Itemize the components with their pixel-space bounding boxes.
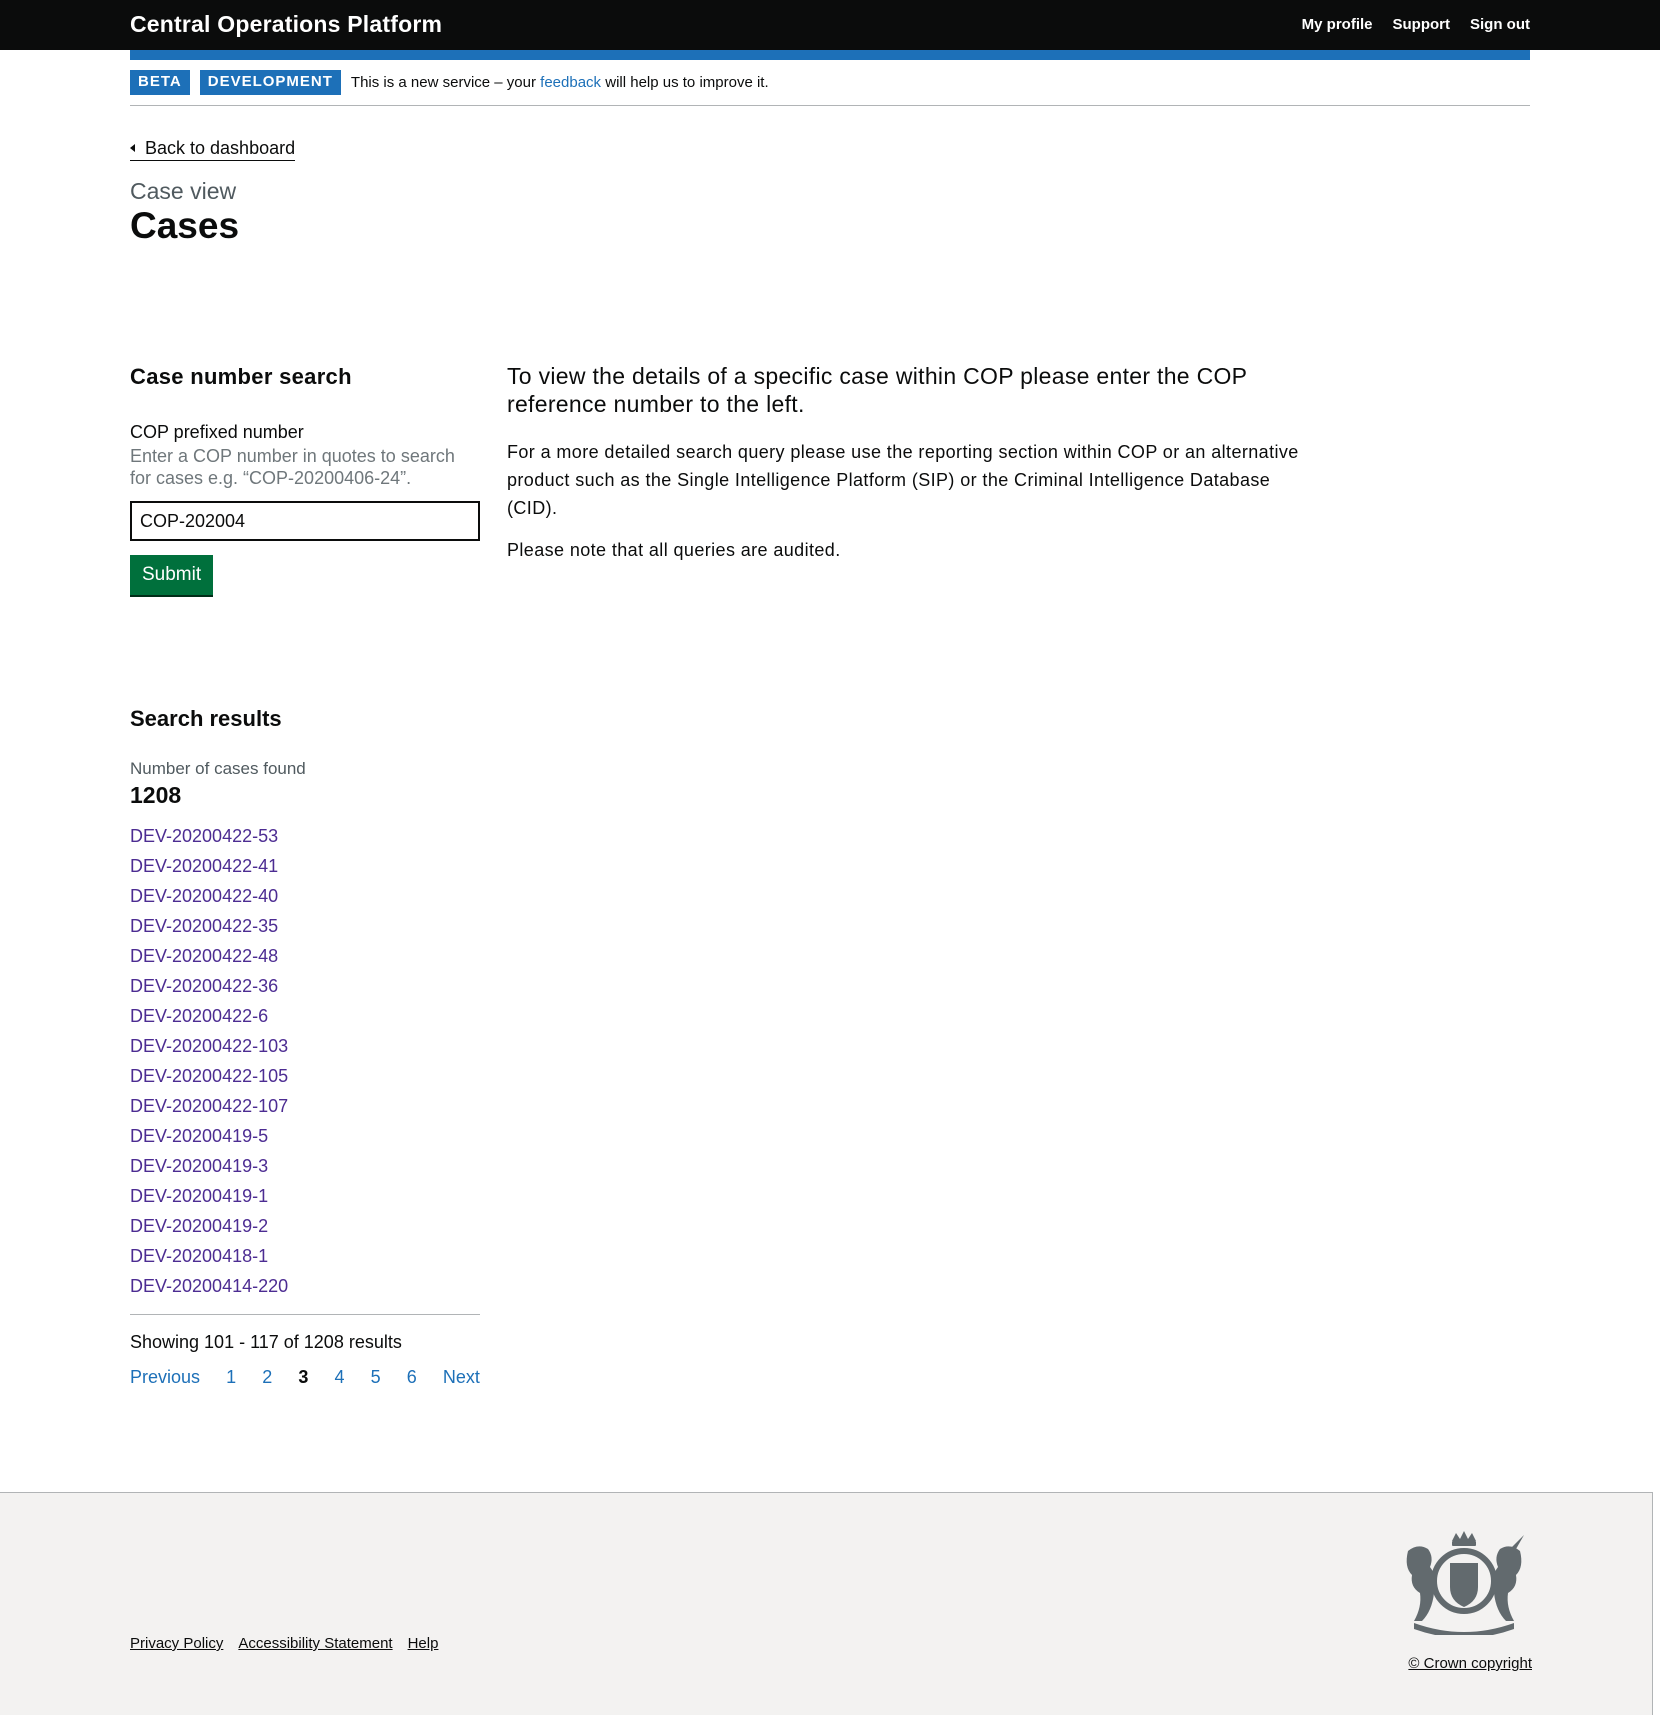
pagination-next[interactable]: Next [443, 1367, 480, 1388]
case-link[interactable]: DEV-20200422-53 [130, 826, 278, 846]
list-item: DEV-20200422-36 [130, 976, 480, 1006]
phase-text-before: This is a new service – your [350, 74, 541, 91]
list-item: DEV-20200419-2 [130, 1216, 480, 1246]
case-link[interactable]: DEV-20200419-2 [130, 1216, 268, 1236]
footer-links: Privacy Policy Accessibility Statement H… [130, 1635, 438, 1652]
header-accent-bar [130, 50, 1530, 60]
list-item: DEV-20200419-3 [130, 1156, 480, 1186]
page-caption: Case view [130, 178, 237, 204]
list-item: DEV-20200419-1 [130, 1186, 480, 1216]
pagination: Previous 1 2 3 4 5 6 Next [130, 1367, 480, 1388]
case-link[interactable]: DEV-20200422-36 [130, 976, 278, 996]
results-range-text: Showing 101 - 117 of 1208 results [130, 1332, 402, 1352]
list-item: DEV-20200422-103 [130, 1036, 480, 1066]
case-link[interactable]: DEV-20200422-6 [130, 1006, 268, 1026]
feedback-link[interactable]: feedback [540, 74, 601, 91]
case-link[interactable]: DEV-20200422-40 [130, 886, 278, 906]
list-item: DEV-20200422-35 [130, 916, 480, 946]
royal-coat-of-arms-icon [1406, 1531, 1524, 1635]
cop-number-input[interactable] [130, 501, 480, 541]
pagination-current-page: 3 [298, 1367, 309, 1387]
submit-button[interactable]: Submit [130, 555, 214, 595]
case-link[interactable]: DEV-20200422-41 [130, 856, 278, 876]
pagination-page-5[interactable]: 5 [371, 1367, 381, 1388]
list-item: DEV-20200422-41 [130, 856, 480, 886]
beta-tag: BETA [130, 70, 190, 95]
list-item: DEV-20200422-53 [130, 826, 480, 856]
help-link[interactable]: Help [408, 1635, 439, 1652]
case-search-heading: Case number search [130, 364, 352, 389]
phase-banner: BETA DEVELOPMENT This is a new service –… [130, 70, 1530, 106]
guidance-lead: To view the details of a specific case w… [507, 363, 1247, 417]
audit-note: Please note that all queries are audited… [507, 540, 841, 560]
list-item: DEV-20200422-40 [130, 886, 480, 916]
search-results: Search results Number of cases found 120… [130, 706, 480, 1388]
search-results-heading: Search results [130, 706, 282, 731]
case-link[interactable]: DEV-20200419-3 [130, 1156, 268, 1176]
list-item: DEV-20200419-5 [130, 1126, 480, 1156]
case-link[interactable]: DEV-20200422-103 [130, 1036, 288, 1056]
cases-found-label: Number of cases found [130, 759, 306, 778]
page-title: Cases [130, 205, 240, 246]
cop-number-hint: Enter a COP number in quotes to search f… [130, 446, 455, 488]
pagination-page-4[interactable]: 4 [335, 1367, 345, 1388]
case-link[interactable]: DEV-20200419-5 [130, 1126, 268, 1146]
pagination-previous[interactable]: Previous [130, 1367, 200, 1388]
back-link-label: Back to dashboard [145, 138, 296, 158]
case-link[interactable]: DEV-20200422-35 [130, 916, 278, 936]
site-header: Central Operations Platform My profile S… [0, 0, 1660, 50]
pagination-page-6[interactable]: 6 [407, 1367, 417, 1388]
case-link[interactable]: DEV-20200419-1 [130, 1186, 268, 1206]
back-to-dashboard-link[interactable]: Back to dashboard [130, 138, 296, 161]
case-link[interactable]: DEV-20200422-105 [130, 1066, 288, 1086]
my-profile-link[interactable]: My profile [1302, 16, 1373, 33]
list-item: DEV-20200422-105 [130, 1066, 480, 1096]
list-item: DEV-20200422-6 [130, 1006, 480, 1036]
list-item: DEV-20200422-107 [130, 1096, 480, 1126]
case-link[interactable]: DEV-20200422-107 [130, 1096, 288, 1116]
case-link[interactable]: DEV-20200418-1 [130, 1246, 268, 1266]
accessibility-statement-link[interactable]: Accessibility Statement [238, 1635, 392, 1652]
sign-out-link[interactable]: Sign out [1470, 16, 1530, 33]
pagination-page-2[interactable]: 2 [262, 1367, 272, 1388]
results-divider [130, 1314, 480, 1315]
support-link[interactable]: Support [1393, 16, 1451, 33]
list-item: DEV-20200414-220 [130, 1276, 480, 1306]
cop-number-label: COP prefixed number [130, 422, 304, 442]
cases-found-count: 1208 [130, 782, 182, 808]
phase-text-after: will help us to improve it. [601, 74, 769, 91]
search-guidance: To view the details of a specific case w… [507, 362, 1307, 564]
list-item: DEV-20200418-1 [130, 1246, 480, 1276]
privacy-policy-link[interactable]: Privacy Policy [130, 1635, 223, 1652]
list-item: DEV-20200422-48 [130, 946, 480, 976]
development-tag: DEVELOPMENT [199, 70, 341, 95]
case-list: DEV-20200422-53 DEV-20200422-41 DEV-2020… [130, 826, 480, 1306]
case-link[interactable]: DEV-20200414-220 [130, 1276, 288, 1296]
case-search-form: Case number search COP prefixed number E… [130, 360, 480, 595]
service-name[interactable]: Central Operations Platform [130, 11, 442, 38]
site-footer: Privacy Policy Accessibility Statement H… [0, 1492, 1653, 1715]
phase-banner-text: This is a new service – your feedback wi… [351, 70, 769, 95]
guidance-paragraph: For a more detailed search query please … [507, 442, 1299, 518]
chevron-left-icon [130, 144, 135, 152]
header-nav: My profile Support Sign out [1302, 16, 1530, 33]
case-link[interactable]: DEV-20200422-48 [130, 946, 278, 966]
pagination-page-1[interactable]: 1 [226, 1367, 236, 1388]
crown-copyright-link[interactable]: © Crown copyright [1408, 1655, 1532, 1672]
